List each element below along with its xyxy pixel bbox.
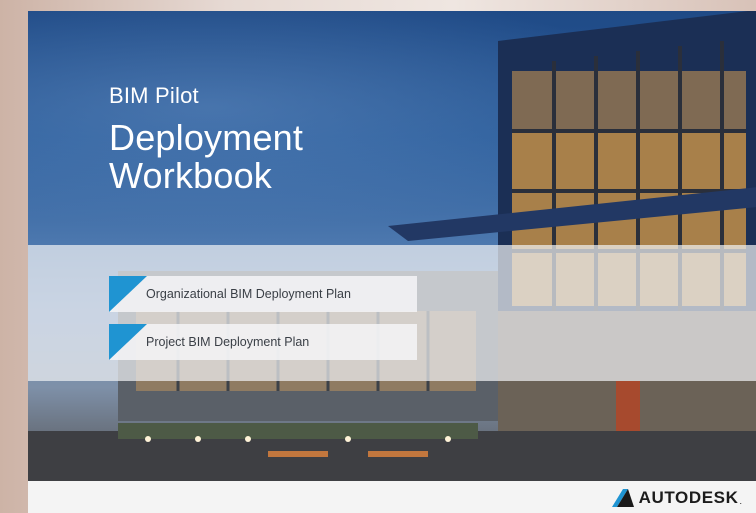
cover-title: Deployment Workbook (109, 119, 303, 195)
blue-triangle-icon (109, 324, 147, 360)
workbook-cover: BIM Pilot Deployment Workbook Organizati… (28, 11, 756, 513)
title-block: BIM Pilot Deployment Workbook (109, 83, 303, 195)
link-project-bim-plan[interactable]: Project BIM Deployment Plan (109, 324, 417, 360)
autodesk-logo-icon (611, 489, 634, 507)
bench-2 (368, 451, 428, 457)
blue-triangle-icon (109, 276, 147, 312)
link-label: Project BIM Deployment Plan (146, 335, 310, 349)
cover-title-line1: Deployment (109, 117, 304, 158)
planter (118, 423, 478, 439)
translucent-band (28, 245, 756, 381)
bench-1 (268, 451, 328, 457)
cover-title-line2: Workbook (109, 155, 273, 196)
cover-subtitle: BIM Pilot (109, 83, 199, 108)
cover-footer: AUTODESK . (28, 481, 756, 513)
autodesk-logo: AUTODESK . (611, 488, 742, 508)
logo-mark: . (739, 496, 742, 506)
link-label: Organizational BIM Deployment Plan (146, 287, 351, 301)
link-organizational-bim-plan[interactable]: Organizational BIM Deployment Plan (109, 276, 417, 312)
logo-wordmark: AUTODESK (638, 488, 739, 507)
